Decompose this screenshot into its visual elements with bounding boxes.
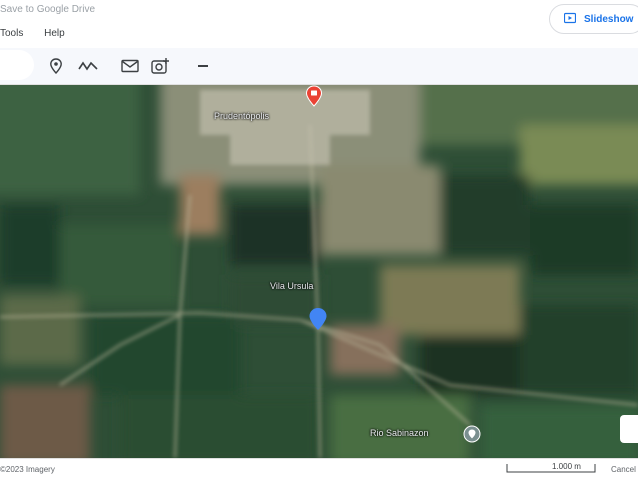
map-control-button[interactable] xyxy=(620,415,638,443)
town-label: Prudentópolis xyxy=(214,111,270,121)
satellite-imagery xyxy=(0,85,638,458)
status-bar: ©2023 Imagery 1.000 m Cancel xyxy=(0,458,638,481)
menu-tools[interactable]: Tools xyxy=(0,28,23,39)
satellite-map[interactable]: Prudentópolis Vila Ursula Rio Sabinazon xyxy=(0,85,638,458)
town-pin-icon[interactable] xyxy=(305,85,323,112)
toolbar xyxy=(0,48,638,85)
menu-help[interactable]: Help xyxy=(44,28,65,39)
poi-pin-icon[interactable] xyxy=(463,425,481,448)
slideshow-label: Slideshow xyxy=(584,13,634,25)
scale-label: 1.000 m xyxy=(552,462,581,471)
scale-bar xyxy=(506,464,596,473)
top-bar: Save to Google Drive Tools Help Slidesho… xyxy=(0,0,638,48)
slideshow-icon xyxy=(563,12,577,27)
add-photo-icon[interactable] xyxy=(151,56,171,76)
search-input[interactable] xyxy=(0,50,34,80)
cancel-link[interactable]: Cancel xyxy=(611,465,636,474)
collapse-icon[interactable] xyxy=(193,56,213,76)
email-icon[interactable] xyxy=(120,56,140,76)
menu-bar: Tools Help xyxy=(0,28,83,39)
slideshow-button[interactable]: Slideshow xyxy=(549,4,638,34)
imagery-copyright: ©2023 Imagery xyxy=(0,465,55,474)
current-location-pin-icon[interactable] xyxy=(308,307,328,336)
area-label: Vila Ursula xyxy=(270,281,314,291)
placemark-icon[interactable] xyxy=(46,56,66,76)
path-icon[interactable] xyxy=(78,56,98,76)
save-to-drive-link[interactable]: Save to Google Drive xyxy=(0,4,95,15)
poi-label: Rio Sabinazon xyxy=(370,428,429,438)
